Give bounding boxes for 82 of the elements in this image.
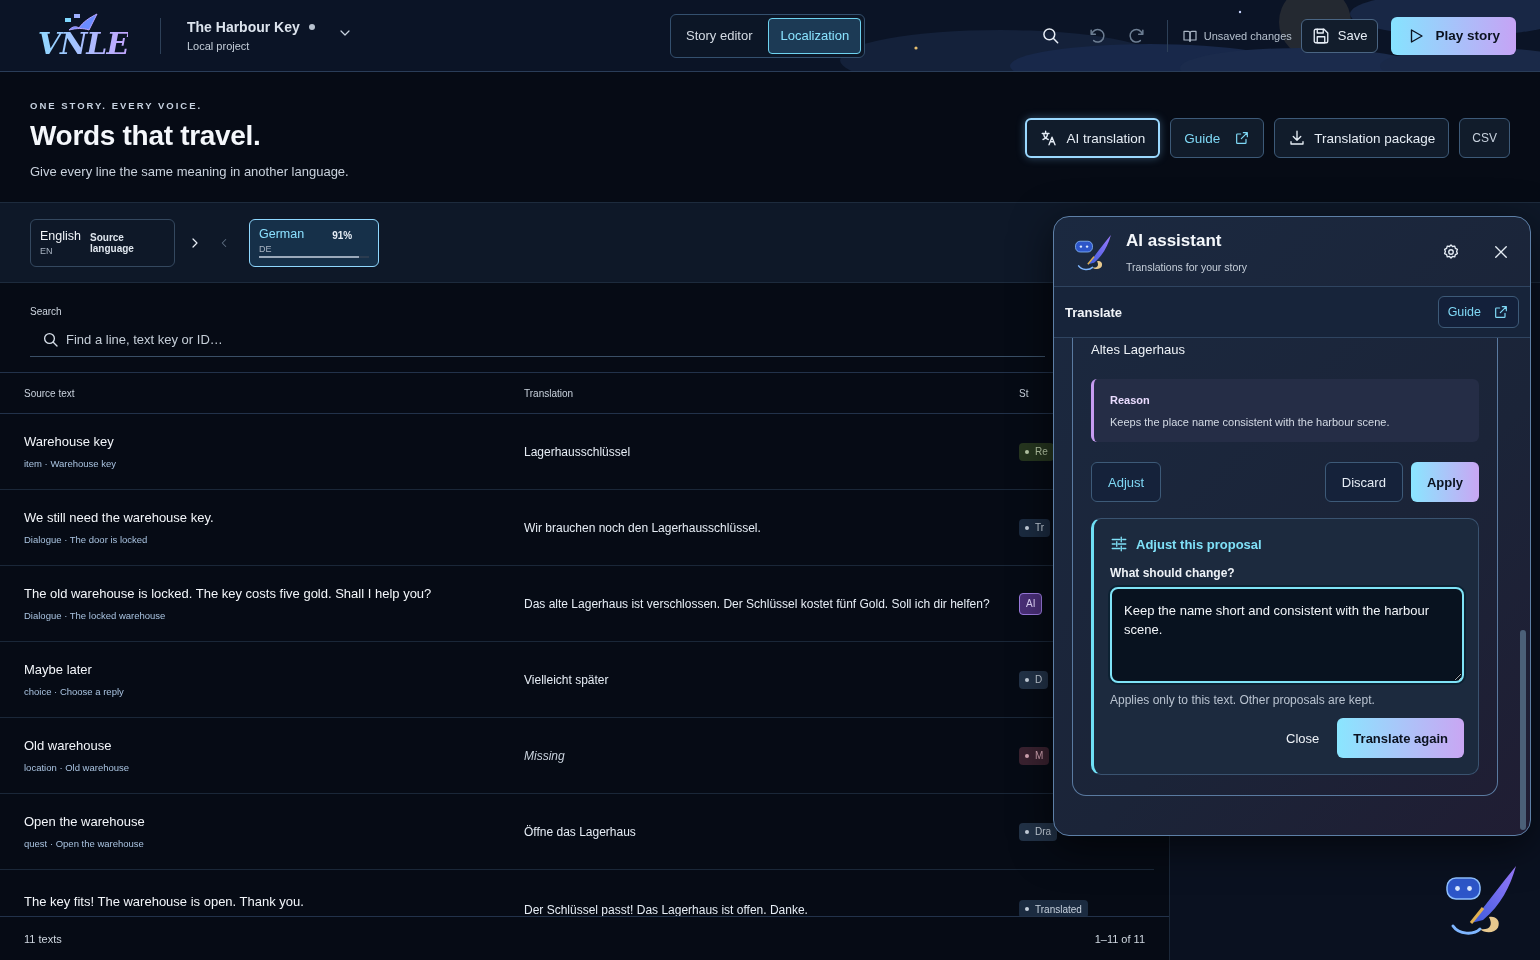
adjust-button[interactable]: Adjust — [1091, 462, 1162, 502]
source-text: We still need the warehouse key. — [24, 510, 215, 525]
text-meta: choice · Choose a reply — [24, 686, 125, 697]
status-text: Unsaved changes — [1203, 29, 1292, 42]
text-meta: location · Old warehouse — [24, 762, 131, 773]
proposal-text: Altes Lagerhaus — [1091, 342, 1186, 357]
scrollbar[interactable] — [1520, 630, 1526, 830]
discard-button[interactable]: Discard — [1324, 462, 1403, 502]
panel-subtitle: Translations for your story — [1126, 260, 1248, 273]
translation-text: Lagerhausschlüssel — [524, 444, 632, 459]
status-badge: Tr — [1019, 518, 1051, 537]
text-meta: Dialogue · The door is locked — [24, 534, 149, 545]
adjust-title: Adjust this proposal — [1136, 536, 1262, 552]
reason-text: Keeps the place name consistent with the harbour scene. — [1110, 416, 1391, 428]
source-text: Open the warehouse — [24, 814, 146, 829]
translation-text: Der Schlüssel passt! Das Lagerhaus ist offen. Danke. — [524, 902, 809, 916]
hint-text: Applies only to this text. Other proposals are kept. — [1110, 693, 1376, 707]
status-badge: AI — [1019, 592, 1043, 615]
search-label: Search — [30, 306, 62, 317]
source-text: Old warehouse — [24, 738, 113, 753]
eyebrow-text: ONE STORY. EVERY VOICE. — [30, 100, 204, 111]
language-code: EN — [40, 246, 54, 256]
search-field[interactable]: Find a line, text key or ID… — [30, 323, 1045, 357]
unsaved-dot — [308, 24, 315, 30]
download-button[interactable]: Translation package — [1274, 118, 1450, 158]
column-header: Translation — [524, 387, 575, 399]
project-title: The Harbour Key — [187, 19, 300, 35]
translation-text: Missing — [524, 748, 566, 763]
translation-text: Wir brauchen noch den Lagerhausschlüssel. — [524, 520, 762, 535]
page-range: 1–11 of 11 — [1094, 932, 1145, 945]
play-button[interactable]: Play story — [1391, 16, 1516, 55]
status-badge: M — [1019, 746, 1050, 765]
text-meta: Dialogue · The locked warehouse — [24, 610, 167, 621]
mode-tab[interactable]: Story editor — [674, 17, 765, 54]
text-meta: quest · Open the warehouse — [24, 838, 145, 849]
source-text: The old warehouse is locked. The key costs five gold. Shall I help you? — [24, 586, 433, 601]
status-badge: D — [1019, 670, 1049, 689]
translation-text: Vielleicht später — [524, 672, 610, 687]
ai-translation-button[interactable]: AI translation — [1025, 118, 1161, 158]
language-code: DE — [259, 243, 273, 254]
status-badge: Re — [1019, 442, 1054, 461]
download-icon — [1288, 129, 1307, 147]
target-language-card[interactable]: German DE 91% — [249, 218, 379, 267]
sliders-icon — [1110, 535, 1128, 553]
external-link-icon — [1234, 130, 1251, 146]
status-badge: Dra — [1019, 822, 1058, 841]
source-text: Maybe later — [24, 662, 93, 677]
translate-again-button[interactable]: Translate again — [1337, 718, 1464, 758]
mode-tab[interactable]: Localization — [768, 17, 862, 54]
project-subtitle: Local project — [187, 40, 251, 52]
section-title: Translate — [1065, 304, 1123, 320]
csv-button[interactable]: CSV — [1459, 118, 1510, 158]
text-count: 11 texts — [24, 932, 62, 945]
settings-icon[interactable] — [1442, 242, 1460, 261]
external-link-icon — [1493, 304, 1509, 320]
language-role: Source language — [90, 231, 135, 254]
field-label: What should change? — [1110, 566, 1236, 580]
translation-text: Das alte Lagerhaus ist verschlossen. Der Schlüssel kostet fünf Gold. Soll ich dir helfen? — [524, 596, 991, 611]
save-button[interactable]: Save — [1300, 18, 1379, 53]
search-icon — [42, 331, 60, 349]
guide-link[interactable]: Guide — [1170, 118, 1265, 158]
progress-percent: 91% — [332, 229, 353, 241]
column-header: St — [1019, 387, 1030, 399]
status-badge: Translated — [1019, 900, 1088, 916]
language-name: German — [259, 226, 305, 241]
apply-button[interactable]: Apply — [1410, 462, 1479, 502]
search-icon[interactable] — [1040, 25, 1061, 46]
text-meta: item · Warehouse key — [24, 458, 118, 469]
page-title: Words that travel. — [30, 120, 262, 152]
panel-title: AI assistant — [1126, 230, 1223, 251]
source-text: The key fits! The warehouse is open. Thank you. — [24, 894, 305, 909]
page-subtitle: Give every line the same meaning in another language. — [30, 164, 349, 179]
guide-link[interactable]: Guide — [1437, 296, 1519, 328]
language-name: English — [40, 229, 81, 243]
translation-text: Öffne das Lagerhaus — [524, 824, 637, 839]
column-header: Source text — [24, 387, 76, 399]
source-text: Warehouse key — [24, 434, 115, 449]
save-icon — [1311, 26, 1330, 45]
close-button[interactable]: Close — [1268, 718, 1338, 758]
input-field[interactable]: Keep the name short and consistent with the harbour scene. — [1110, 587, 1464, 683]
translate-icon — [1040, 129, 1059, 147]
reason-label: Reason — [1110, 394, 1151, 406]
